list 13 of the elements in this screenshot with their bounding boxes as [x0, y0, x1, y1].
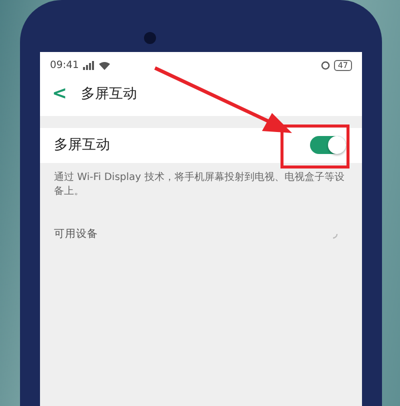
camera-icon: [144, 32, 156, 44]
alarm-icon: [320, 61, 330, 70]
back-button[interactable]: <: [52, 83, 68, 104]
battery-level: 47: [334, 60, 352, 71]
wifi-icon: [98, 61, 110, 70]
section-label: 可用设备: [54, 227, 98, 241]
status-time: 09:41: [50, 60, 79, 71]
setting-label: 多屏互动: [54, 136, 110, 154]
description-text: 通过 Wi-Fi Display 技术，将手机屏幕投射到电视、电视盒子等设备上。: [53, 170, 346, 199]
highlight-frame: [280, 124, 350, 168]
signal-icon: [82, 61, 95, 70]
page-title: 多屏互动: [81, 84, 138, 102]
toggle-switch[interactable]: [310, 136, 346, 154]
